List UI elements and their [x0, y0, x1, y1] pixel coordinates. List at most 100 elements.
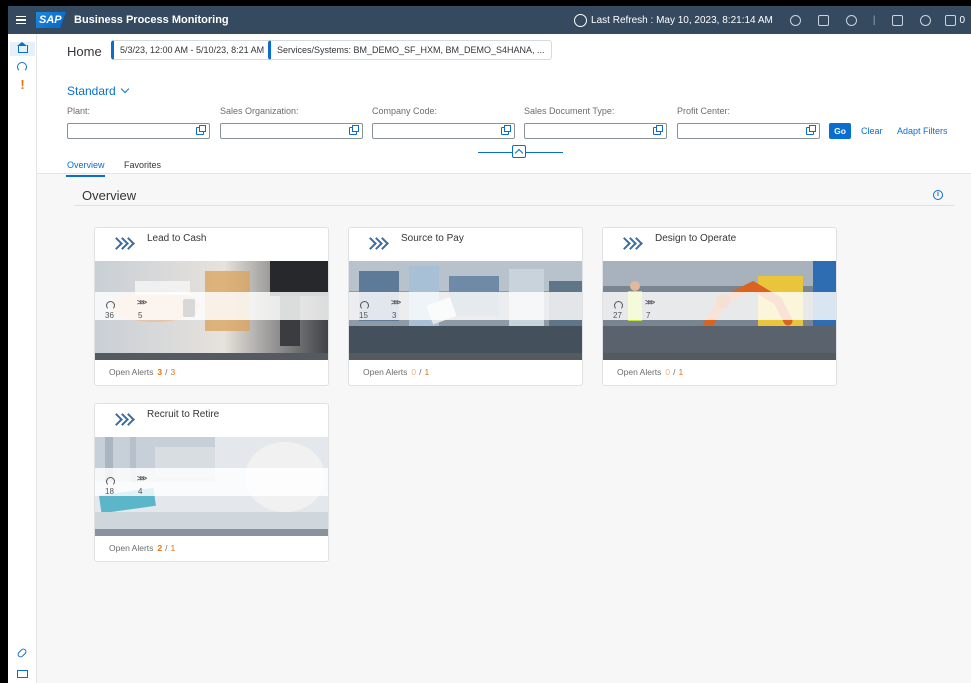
card-footer: Open Alerts 0/1 — [363, 367, 430, 377]
shell-bar: SAP Business Process Monitoring Last Ref… — [8, 6, 971, 34]
open-alerts-label: Open Alerts — [617, 367, 662, 377]
process-card-lead-to-cash[interactable]: Lead to Cash >>> 36 5 Open Alerts 3 / 3 — [94, 227, 329, 386]
refresh-icon[interactable] — [574, 13, 588, 27]
chevron-down-icon — [120, 84, 129, 94]
section-title: Overview — [82, 188, 137, 203]
chevron-right-icon: >>> — [137, 298, 147, 307]
total-alerts-count[interactable]: 1 — [171, 543, 176, 553]
notifications-icon — [945, 14, 957, 26]
process-card-source-to-pay[interactable]: Source to Pay >>> 15 3 Open Alerts 0/1 — [348, 227, 583, 386]
card-metrics-overlay — [95, 468, 328, 496]
tab-overview[interactable]: Overview — [67, 160, 105, 170]
chevron-right-icon: >>> — [645, 298, 655, 307]
services-token[interactable]: Services/Systems: BM_DEMO_SF_HXM, BM_DEM… — [268, 40, 552, 60]
notifications-button[interactable]: 0 — [945, 14, 965, 26]
filter-label-company-code: Company Code: — [372, 106, 438, 116]
process-card-recruit-to-retire[interactable]: Recruit to Retire >>> 18 4 Open Alerts 2/… — [94, 403, 329, 562]
sap-logo: SAP — [36, 12, 66, 28]
variant-label: Standard — [67, 84, 116, 98]
card-footer: Open Alerts 2/1 — [109, 543, 176, 553]
value-help-icon[interactable] — [653, 125, 663, 135]
card-title: Source to Pay — [401, 233, 464, 244]
section-divider — [74, 205, 954, 206]
open-alerts-label: Open Alerts — [363, 367, 408, 377]
metric-step-count: 5 — [138, 311, 143, 320]
gauge-icon — [106, 477, 115, 486]
menu-icon[interactable] — [8, 6, 34, 34]
open-alerts-count[interactable]: 2 — [157, 543, 162, 553]
date-range-token[interactable]: 5/3/23, 12:00 AM - 5/10/23, 8:21 AM — [111, 40, 272, 60]
sales-org-input[interactable] — [220, 123, 363, 139]
go-button[interactable]: Go — [829, 123, 851, 139]
calendar-icon[interactable] — [817, 14, 829, 26]
app-frame: SAP Business Process Monitoring Last Ref… — [8, 6, 971, 683]
card-footer: Open Alerts 0/1 — [617, 367, 684, 377]
process-chevron-icon — [618, 235, 646, 255]
chevron-right-icon: >>> — [391, 298, 401, 307]
gauge-icon[interactable] — [17, 62, 27, 72]
settings-icon[interactable] — [845, 14, 857, 26]
value-help-icon[interactable] — [349, 125, 359, 135]
notification-count: 0 — [959, 14, 965, 26]
open-alerts-label: Open Alerts — [109, 367, 154, 377]
shell-actions: Last Refresh : May 10, 2023, 8:21:14 AM … — [574, 6, 965, 34]
metric-step-count: 7 — [646, 311, 651, 320]
open-alerts-count[interactable]: 0 — [411, 367, 416, 377]
filter-label-sales-org: Sales Organization: — [220, 106, 299, 116]
mail-icon[interactable] — [17, 670, 28, 678]
clear-button[interactable]: Clear — [861, 126, 883, 136]
alert-icon[interactable]: ! — [17, 78, 28, 91]
metric-step-count: 3 — [392, 311, 397, 320]
company-code-input[interactable] — [372, 123, 515, 139]
sales-doc-type-input[interactable] — [524, 123, 667, 139]
process-chevron-icon — [364, 235, 392, 255]
info-icon[interactable]: i — [933, 190, 943, 200]
home-icon[interactable] — [10, 42, 35, 56]
gauge-icon — [106, 301, 115, 310]
metric-kpi-count: 15 — [359, 311, 368, 320]
link-icon[interactable] — [16, 647, 28, 659]
process-card-design-to-operate[interactable]: Design to Operate >>> 27 7 Open Alerts 0/… — [602, 227, 837, 386]
gauge-icon — [614, 301, 623, 310]
active-tab-indicator — [66, 175, 105, 177]
variant-selector[interactable]: Standard — [67, 84, 129, 98]
open-alerts-count[interactable]: 3 — [157, 367, 162, 377]
filter-label-sales-doc-type: Sales Document Type: — [524, 106, 615, 116]
left-navigation: ! — [8, 34, 37, 683]
open-alerts-label: Open Alerts — [109, 543, 154, 553]
total-alerts-count[interactable]: 1 — [425, 367, 430, 377]
value-help-icon[interactable] — [196, 125, 206, 135]
value-help-icon[interactable] — [501, 125, 511, 135]
gauge-icon — [360, 301, 369, 310]
feedback-icon[interactable] — [892, 14, 904, 26]
chevron-right-icon: >>> — [137, 474, 147, 483]
open-alerts-count[interactable]: 0 — [665, 367, 670, 377]
filter-label-profit-center: Profit Center: — [677, 106, 731, 116]
last-refresh-text: Last Refresh : May 10, 2023, 8:21:14 AM — [591, 14, 773, 26]
card-footer: Open Alerts 3/3 — [109, 367, 176, 377]
total-alerts-count[interactable]: 1 — [679, 367, 684, 377]
tab-favorites[interactable]: Favorites — [124, 160, 161, 170]
filter-label-plant: Plant: — [67, 106, 91, 116]
total-alerts-count[interactable]: 3 — [171, 367, 176, 377]
card-title: Lead to Cash — [147, 233, 207, 244]
shell-separator: | — [872, 14, 876, 26]
card-title: Design to Operate — [655, 233, 737, 244]
card-metrics-overlay — [95, 292, 328, 320]
metric-kpi-count: 18 — [105, 487, 114, 496]
edit-icon[interactable] — [789, 14, 801, 26]
card-metrics-overlay — [603, 292, 836, 320]
app-title: Business Process Monitoring — [74, 14, 229, 26]
help-icon[interactable] — [920, 14, 932, 26]
profit-center-input[interactable] — [677, 123, 820, 139]
breadcrumb-home[interactable]: Home — [67, 44, 102, 59]
card-title: Recruit to Retire — [147, 409, 220, 420]
collapse-header-button[interactable] — [512, 145, 526, 158]
value-help-icon[interactable] — [806, 125, 816, 135]
metric-kpi-count: 36 — [105, 311, 114, 320]
page-header: Home 5/3/23, 12:00 AM - 5/10/23, 8:21 AM… — [37, 34, 971, 177]
plant-input[interactable] — [67, 123, 210, 139]
process-chevron-icon — [110, 235, 138, 255]
card-metrics-overlay — [349, 292, 582, 320]
adapt-filters-button[interactable]: Adapt Filters — [897, 126, 948, 136]
